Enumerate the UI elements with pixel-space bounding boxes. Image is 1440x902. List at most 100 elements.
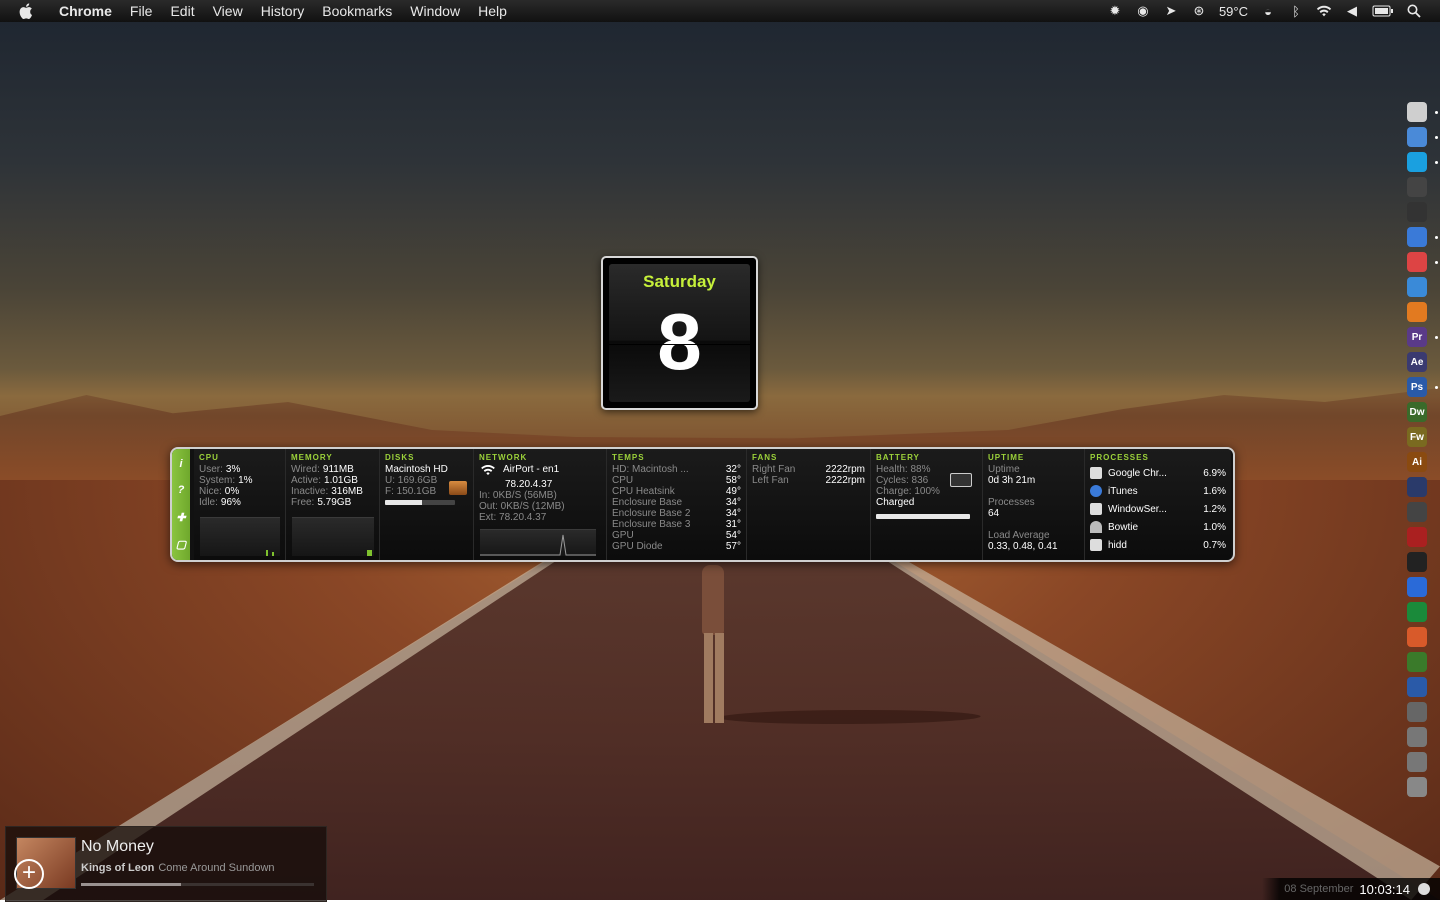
now-playing-widget[interactable]: + No Money Kings of Leon Come Around Sund… xyxy=(5,826,327,902)
mem-free-label: Free: xyxy=(291,497,315,508)
flip-divider xyxy=(609,344,750,345)
hard-drive-icon xyxy=(449,481,467,495)
temp-value: 34° xyxy=(725,497,741,508)
cpu-graph xyxy=(200,517,280,556)
trash-icon[interactable] xyxy=(1407,777,1427,797)
running-indicator xyxy=(1435,261,1438,264)
power-icon[interactable] xyxy=(1418,883,1430,895)
menu-history[interactable]: History xyxy=(252,3,314,19)
calendar-widget[interactable]: Saturday 8 xyxy=(601,256,758,410)
location-arrow-icon[interactable]: ➤ xyxy=(1163,3,1179,19)
process-cpu: 0.7% xyxy=(1203,539,1226,551)
bluetooth-icon[interactable]: ᛒ xyxy=(1288,3,1304,19)
mem-active-label: Active: xyxy=(291,475,322,486)
network-icon[interactable] xyxy=(1407,177,1427,197)
battery-title: BATTERY xyxy=(876,453,920,462)
battery-health: Health: 88% xyxy=(876,464,931,475)
fan-value: 2222rpm xyxy=(825,464,865,475)
process-name: Google Chr... xyxy=(1108,467,1167,479)
disks-title: DISKS xyxy=(385,453,415,462)
temp-label: CPU xyxy=(612,475,634,486)
excel-icon[interactable] xyxy=(1407,602,1427,622)
quicktime-icon[interactable] xyxy=(1407,477,1427,497)
network-ip: 78.20.4.37 xyxy=(505,479,553,490)
walking-person xyxy=(688,555,738,725)
imovie-icon[interactable] xyxy=(1407,502,1427,522)
wifi-icon[interactable] xyxy=(1316,3,1332,19)
apple-menu-icon[interactable] xyxy=(18,2,36,20)
after-effects-icon[interactable]: Ae xyxy=(1407,352,1427,372)
cpu-section: CPU User: 3% System: 1% Nice: 0% Idle: 96% xyxy=(194,449,286,560)
pulse-icon[interactable]: ✚ xyxy=(176,511,185,524)
disk-name: Macintosh HD xyxy=(385,464,448,475)
menu-file[interactable]: File xyxy=(121,3,162,19)
firefox-icon[interactable] xyxy=(1407,302,1427,322)
spotlight-search-icon[interactable] xyxy=(1406,3,1422,19)
itunes-icon[interactable] xyxy=(1407,227,1427,247)
temperature-reading[interactable]: 59°C xyxy=(1219,4,1248,19)
mail-icon[interactable] xyxy=(1407,127,1427,147)
disks-section: DISKS Macintosh HD U: 169.6GB F: 150.1GB xyxy=(380,449,474,560)
disk-used: U: 169.6GB xyxy=(385,475,438,486)
artist-name: Kings of Leon xyxy=(81,862,155,874)
temp-value: 54° xyxy=(725,530,741,541)
volume-icon[interactable]: ◀ xyxy=(1344,3,1360,19)
info-icon[interactable]: i xyxy=(179,458,182,470)
mem-wired-label: Wired: xyxy=(291,464,320,475)
add-widget-icon[interactable]: + xyxy=(14,859,44,889)
menu-help[interactable]: Help xyxy=(469,3,516,19)
xcode-icon[interactable] xyxy=(1407,677,1427,697)
dreamweaver-icon[interactable]: Dw xyxy=(1407,402,1427,422)
processes-count: 64 xyxy=(988,508,1000,519)
track-progress-bar[interactable] xyxy=(81,883,314,886)
clock-time: 10:03:14 xyxy=(1359,881,1410,897)
menu-window[interactable]: Window xyxy=(401,3,469,19)
menu-app-chrome[interactable]: Chrome xyxy=(50,3,121,19)
calendar-day-number: 8 xyxy=(657,297,702,386)
istat-panel[interactable]: i ? ✚ ▢ CPU User: 3% System: 1% Nice: 0% Id… xyxy=(170,447,1235,562)
bowtie-process-icon xyxy=(1090,521,1102,533)
clock-widget: 08 September 10:03:14 xyxy=(1262,878,1440,900)
minecraft-icon[interactable] xyxy=(1407,652,1427,672)
istat-status-icon[interactable]: ⊛ xyxy=(1191,3,1207,19)
lego-icon[interactable] xyxy=(1407,527,1427,547)
menu-edit[interactable]: Edit xyxy=(161,3,203,19)
process-cpu: 1.6% xyxy=(1203,485,1226,497)
documents-icon[interactable] xyxy=(1407,727,1427,747)
chrome-icon[interactable] xyxy=(1407,252,1427,272)
mem-free-value: 5.79GB xyxy=(317,497,352,508)
camera-icon[interactable] xyxy=(1407,202,1427,222)
final-cut-icon[interactable] xyxy=(1407,552,1427,572)
running-indicator xyxy=(1435,111,1438,114)
temp-label: Enclosure Base 3 xyxy=(612,519,691,530)
photoshop-icon[interactable]: Ps xyxy=(1407,377,1427,397)
menu-bookmarks[interactable]: Bookmarks xyxy=(313,3,401,19)
battery-charge: Charge: 100% xyxy=(876,486,940,497)
window-icon[interactable]: ▢ xyxy=(176,538,186,551)
running-indicator xyxy=(1435,161,1438,164)
battery-icon[interactable] xyxy=(1372,3,1394,19)
premiere-icon[interactable]: Pr xyxy=(1407,327,1427,347)
powerpoint-icon[interactable] xyxy=(1407,627,1427,647)
skype-icon[interactable] xyxy=(1407,152,1427,172)
safari-icon[interactable] xyxy=(1407,277,1427,297)
menu-view[interactable]: View xyxy=(204,3,252,19)
word-icon[interactable] xyxy=(1407,577,1427,597)
uptime-section: UPTIME Uptime 0d 3h 21m Processes 64 Loa… xyxy=(983,449,1085,560)
cpu-nice-value: 0% xyxy=(224,486,240,497)
illustrator-icon[interactable]: Ai xyxy=(1407,452,1427,472)
eye-icon[interactable]: ◒ xyxy=(1260,3,1276,19)
downloads-icon[interactable] xyxy=(1407,752,1427,772)
battery-status: Charged xyxy=(876,497,915,508)
fireworks-icon[interactable]: Fw xyxy=(1407,427,1427,447)
finder-icon[interactable] xyxy=(1407,102,1427,122)
soccer-ball-icon[interactable]: ◉ xyxy=(1135,3,1151,19)
clock-date: 08 September xyxy=(1284,883,1354,895)
system-preferences-icon[interactable] xyxy=(1407,702,1427,722)
temp-label: Enclosure Base 2 xyxy=(612,508,691,519)
help-icon[interactable]: ? xyxy=(178,484,185,496)
gear-status-icon[interactable]: ✹ xyxy=(1107,3,1123,19)
temp-value: 31° xyxy=(725,519,741,530)
cpu-user-label: User: xyxy=(199,464,223,475)
temp-value: 49° xyxy=(725,486,741,497)
